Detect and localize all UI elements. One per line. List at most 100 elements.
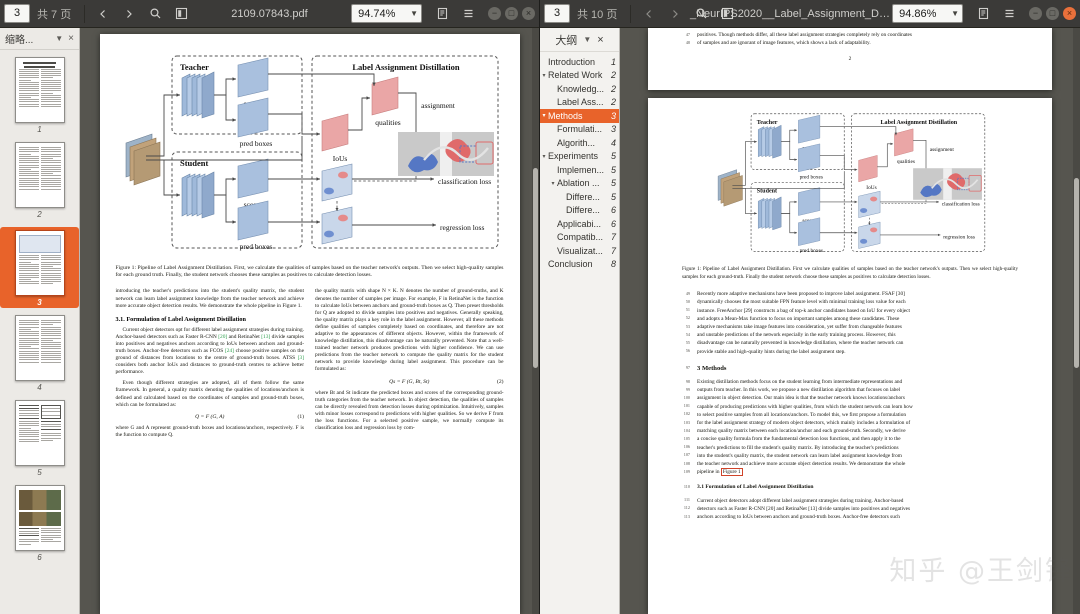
previous-page-button-left[interactable] [91,3,115,25]
line-text: pipeline in Figure 1 [697,468,1022,477]
document-properties-button-left[interactable] [430,3,454,25]
minimize-button-right[interactable]: − [1029,7,1042,20]
numbered-line: 99 outputs from teacher. In this work, we… [678,386,1022,394]
close-button-left[interactable]: × [522,7,535,20]
line-number: 98 [685,378,690,384]
section-heading-3-1: 3.1. Formulation of Label Assignment Dis… [115,315,246,323]
maximize-button-left[interactable]: □ [505,7,518,20]
pipeline-figure-right: Teacher Student Label Assignment Distill… [705,108,995,260]
window-body-right: 大纲 ▼ × Introduction 1 ▾ Related Work 2 Know… [540,28,1080,614]
line-text: capable of producing predictions with hi… [697,403,913,410]
outline-item-difference-2[interactable]: Differe... 6 [540,204,619,218]
outline-item-ablation[interactable]: ▾ Ablation ... 5 [540,177,619,191]
outline-item-knowledge[interactable]: Knowledg... 2 [540,82,619,96]
minimize-button-left[interactable]: − [488,7,501,20]
svg-text:regression loss: regression loss [440,223,484,232]
zoom-control-right[interactable]: 94.86% ▼ [892,4,963,23]
thumbnail-item[interactable]: 6 [0,485,79,563]
scrollbar-thumb-right[interactable] [1074,178,1079,368]
twisty-icon[interactable]: ▾ [540,112,548,119]
line-number: 102 [683,411,690,417]
thumbnail-sidebar: 缩略... ▼ × 1 2 3 4 5 6 [0,28,80,614]
scrollbar-track-left[interactable] [532,28,539,614]
outline-item-label: Related Work [548,70,603,81]
zoom-control-left[interactable]: 94.74% ▼ [351,4,422,23]
document-properties-button-right[interactable] [971,3,995,25]
outline-item-visualization[interactable]: Visualizat... 7 [540,244,619,258]
thumbnail-list[interactable]: 1 2 3 4 5 6 [0,50,79,614]
search-button-right[interactable] [689,3,713,25]
sidebar-toggle-button-right[interactable] [715,3,739,25]
figure-reference-link[interactable]: Figure 1 [720,468,743,477]
outline-list[interactable]: Introduction 1 ▾ Related Work 2 Knowledg...… [540,52,619,614]
outline-item-methods[interactable]: ▾ Methods 3 [540,109,619,123]
outline-item-difference-1[interactable]: Differe... 5 [540,190,619,204]
figure-caption-left: Figure 1: Pipeline of Label Assignment D… [115,265,504,279]
scrollbar-thumb-left[interactable] [533,168,538,368]
window-body-left: 缩略... ▼ × 1 2 3 4 5 6 Teacher Student La… [0,28,539,614]
equation-2: Qs = F (G, Bt, St) (2) [315,379,503,385]
maximize-button-right[interactable]: □ [1046,7,1059,20]
outline-item-page: 2 [610,97,616,108]
page-number-input-right[interactable]: 3 [544,4,570,23]
next-page-button-left[interactable] [117,3,141,25]
chevron-down-icon[interactable]: ▼ [583,35,591,44]
thumbnail-page-preview [14,142,65,208]
line-text: provide stable and high-quality hints du… [697,348,846,355]
close-icon[interactable]: × [597,34,603,46]
outline-item-label: Implemen... [557,164,605,175]
outline-item-introduction[interactable]: Introduction 1 [540,55,619,69]
close-button-right[interactable]: × [1063,7,1076,20]
citation-link[interactable]: [20] [218,334,227,340]
thumbnail-item[interactable]: 1 [0,57,79,135]
outline-item-formulation[interactable]: Formulati... 3 [540,123,619,137]
thumbnail-item[interactable]: 4 [0,315,79,393]
document-viewport-left[interactable]: Teacher Student Label Assignment Distill… [80,28,539,614]
citation-link[interactable]: [24] [225,348,234,354]
toolbar-divider [630,4,632,23]
next-page-button-right[interactable] [663,3,687,25]
search-icon [696,8,707,19]
heading-text: 3.1 Formulation of Label Assignment Dist… [697,484,814,491]
line-text: teacher's predictions to fill the studen… [697,444,899,451]
line-number: 56 [685,348,690,354]
thumbnail-item[interactable]: 5 [0,400,79,478]
page-number-input-left[interactable]: 3 [4,4,30,23]
outline-item-page: 8 [610,259,616,270]
outline-item-applicability[interactable]: Applicabi... 6 [540,217,619,231]
menu-button-left[interactable] [456,3,480,25]
sidebar-toggle-button-left[interactable] [169,3,193,25]
twisty-icon[interactable]: ▾ [540,72,548,79]
twisty-icon[interactable]: ▾ [540,153,548,160]
outline-item-experiments[interactable]: ▾ Experiments 5 [540,150,619,164]
previous-page-button-right[interactable] [637,3,661,25]
twisty-icon[interactable]: ▾ [549,180,557,187]
numbered-line: 56 provide stable and high-quality hints … [678,348,1022,356]
outline-item-compatibility[interactable]: Compatib... 7 [540,231,619,245]
chevron-down-icon[interactable]: ▼ [55,34,63,43]
chevron-left-icon [646,9,652,18]
sidebar-toggle-icon [721,7,733,20]
document-viewport-right[interactable]: 47 positives. Though methods differ, all … [620,28,1080,614]
search-button-left[interactable] [143,3,167,25]
line-number: 51 [685,307,690,313]
line-text: disadvantage can be naturally prevented … [697,340,904,347]
outline-item-label-assignment[interactable]: Label Ass... 2 [540,96,619,110]
line-text: for the label assignment strategy of mod… [697,420,911,427]
outline-item-conclusion[interactable]: Conclusion 8 [540,258,619,272]
outline-item-related-work[interactable]: ▾ Related Work 2 [540,69,619,83]
outline-item-implementation[interactable]: Implemen... 5 [540,163,619,177]
thumbnail-item-selected[interactable]: 3 [0,227,79,308]
thumbnail-page-number: 6 [37,553,42,562]
citation-link[interactable]: [3] [298,355,304,361]
thumbnail-item[interactable]: 2 [0,142,79,220]
numbered-line: 107 into the student's quality matrix, th… [678,452,1022,460]
scrollbar-track-right[interactable] [1073,28,1080,614]
menu-button-right[interactable] [997,3,1021,25]
citation-link[interactable]: [13] [261,334,270,340]
outline-item-algorithm[interactable]: Algorith... 4 [540,136,619,150]
line-text: assignment in object detection. Our main… [697,395,905,402]
close-icon[interactable]: × [68,33,74,44]
outline-item-label: Experiments [548,151,599,162]
left-column: introducing the teacher's predictions in… [116,288,305,443]
